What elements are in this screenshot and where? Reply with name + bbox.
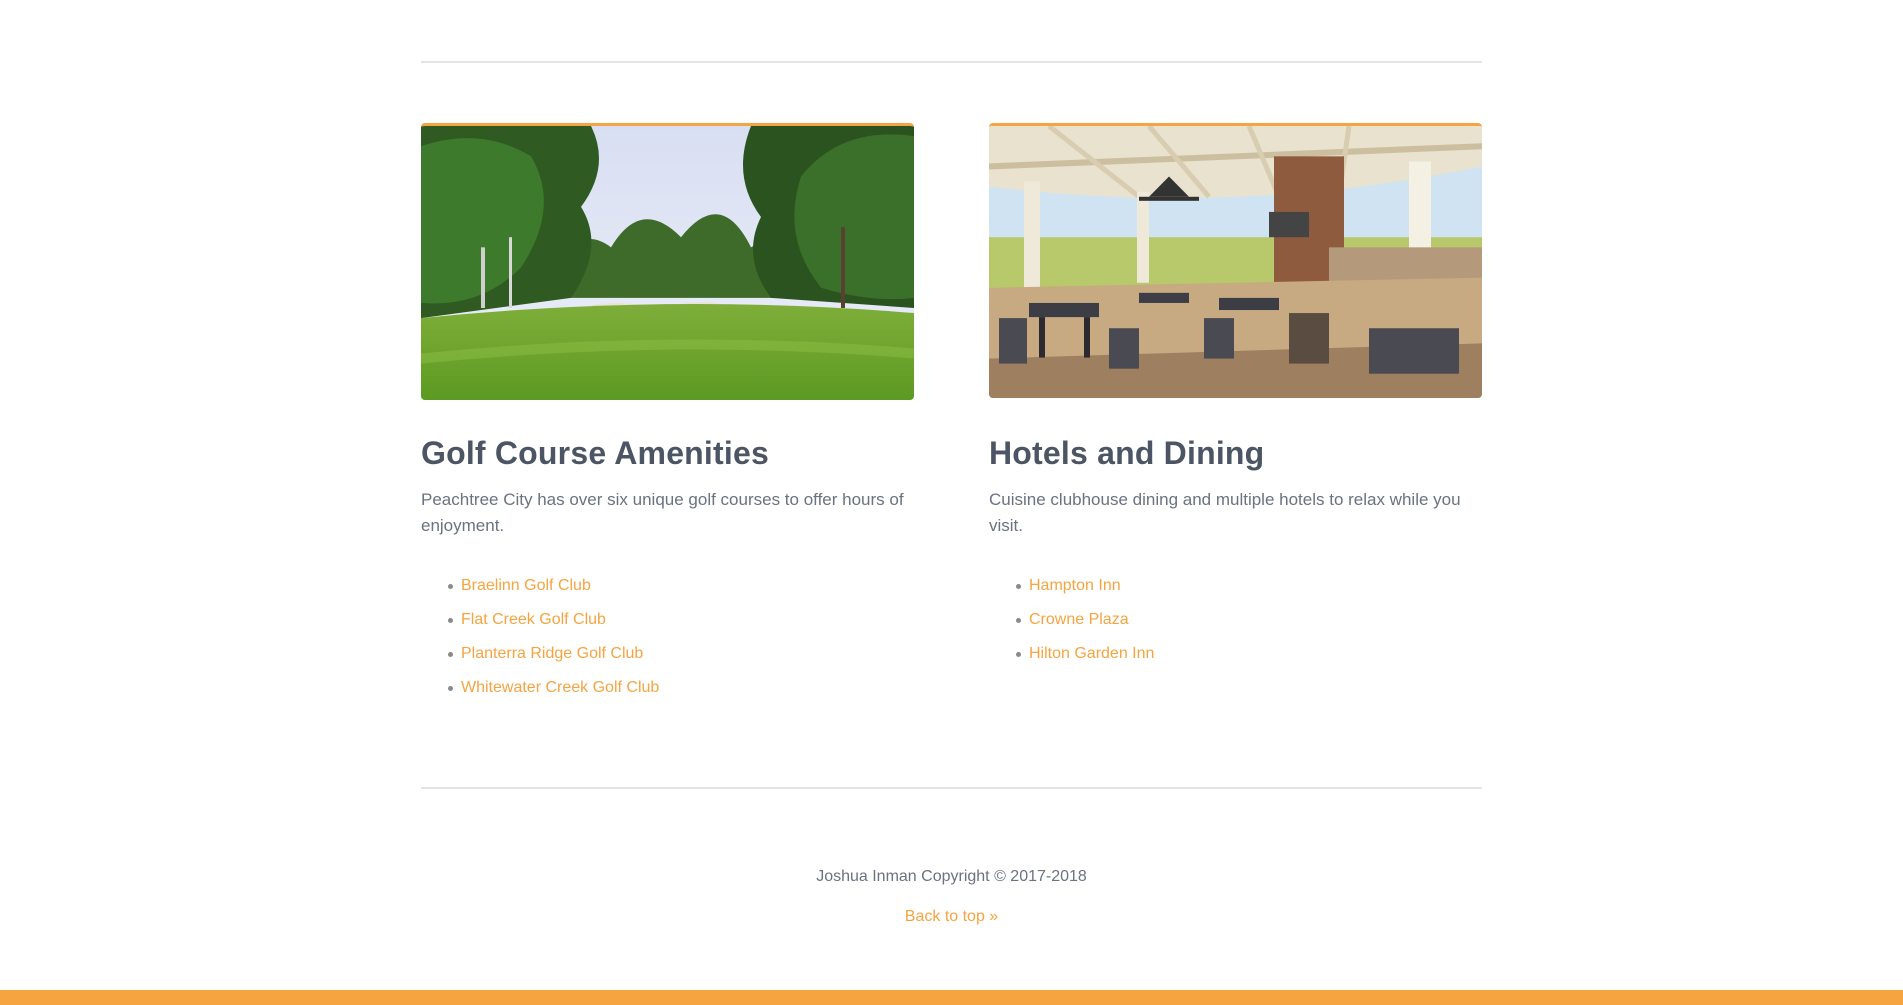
list-item: Crowne Plaza	[1016, 603, 1482, 637]
flat-creek-golf-club-link[interactable]: Flat Creek Golf Club	[461, 611, 606, 628]
golf-club-list: Braelinn Golf Club Flat Creek Golf Club …	[421, 569, 914, 705]
list-item: Braelinn Golf Club	[448, 569, 914, 603]
hilton-garden-inn-link[interactable]: Hilton Garden Inn	[1029, 645, 1154, 662]
list-item: Hilton Garden Inn	[1016, 637, 1482, 671]
whitewater-creek-golf-club-link[interactable]: Whitewater Creek Golf Club	[461, 679, 659, 696]
dining-heading: Hotels and Dining	[989, 435, 1265, 471]
golf-heading: Golf Course Amenities	[421, 435, 769, 471]
golf-section: Golf Course Amenities Peachtree City has…	[421, 123, 914, 705]
bottom-divider	[421, 787, 1482, 789]
hotel-list: Hampton Inn Crowne Plaza Hilton Garden I…	[989, 569, 1482, 671]
list-item: Flat Creek Golf Club	[448, 603, 914, 637]
golf-description: Peachtree City has over six unique golf …	[421, 490, 904, 535]
page: Golf Course Amenities Peachtree City has…	[0, 0, 1903, 1005]
hampton-inn-link[interactable]: Hampton Inn	[1029, 577, 1121, 594]
back-to-top: Back to top »	[0, 908, 1903, 926]
list-item: Whitewater Creek Golf Club	[448, 671, 914, 705]
top-divider	[421, 61, 1482, 63]
planterra-ridge-golf-club-link[interactable]: Planterra Ridge Golf Club	[461, 645, 643, 662]
clubhouse-patio-photo	[989, 123, 1482, 398]
list-item: Hampton Inn	[1016, 569, 1482, 603]
list-item: Planterra Ridge Golf Club	[448, 637, 914, 671]
golf-course-photo	[421, 123, 914, 400]
dining-description: Cuisine clubhouse dining and multiple ho…	[989, 490, 1461, 535]
back-to-top-link[interactable]: Back to top »	[905, 908, 998, 925]
footer-accent-bar	[0, 990, 1903, 1005]
copyright-text: Joshua Inman Copyright © 2017-2018	[816, 868, 1087, 885]
dining-section: Hotels and Dining Cuisine clubhouse dini…	[989, 123, 1482, 671]
braelinn-golf-club-link[interactable]: Braelinn Golf Club	[461, 577, 591, 594]
crowne-plaza-link[interactable]: Crowne Plaza	[1029, 611, 1129, 628]
